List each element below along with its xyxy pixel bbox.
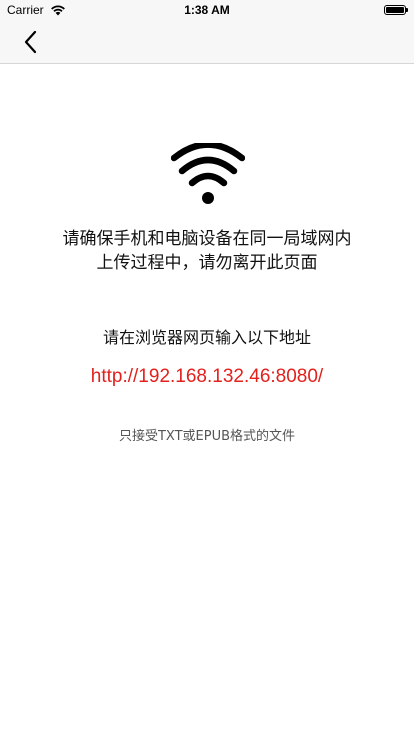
back-button[interactable]	[18, 28, 46, 56]
stay-on-page-message: 上传过程中，请勿离开此页面	[96, 253, 318, 273]
chevron-left-icon	[24, 30, 37, 54]
status-time: 1:38 AM	[184, 3, 230, 17]
same-network-message: 请确保手机和电脑设备在同一局域网内	[62, 229, 352, 249]
status-bar: Carrier 1:38 AM	[0, 0, 414, 20]
upload-url-link[interactable]: http://192.168.132.46:8080/	[0, 366, 414, 388]
wifi-transfer-screen: Carrier 1:38 AM 请确保手机和电脑设备在同一局域网内 上传过程中，…	[0, 0, 414, 736]
wifi-icon	[171, 143, 245, 204]
battery-icon	[384, 5, 408, 15]
instruction-text: 请在浏览器网页输入以下地址	[102, 328, 311, 347]
navigation-bar	[0, 20, 414, 64]
file-format-note: 只接受TXT或EPUB格式的文件	[118, 429, 296, 444]
